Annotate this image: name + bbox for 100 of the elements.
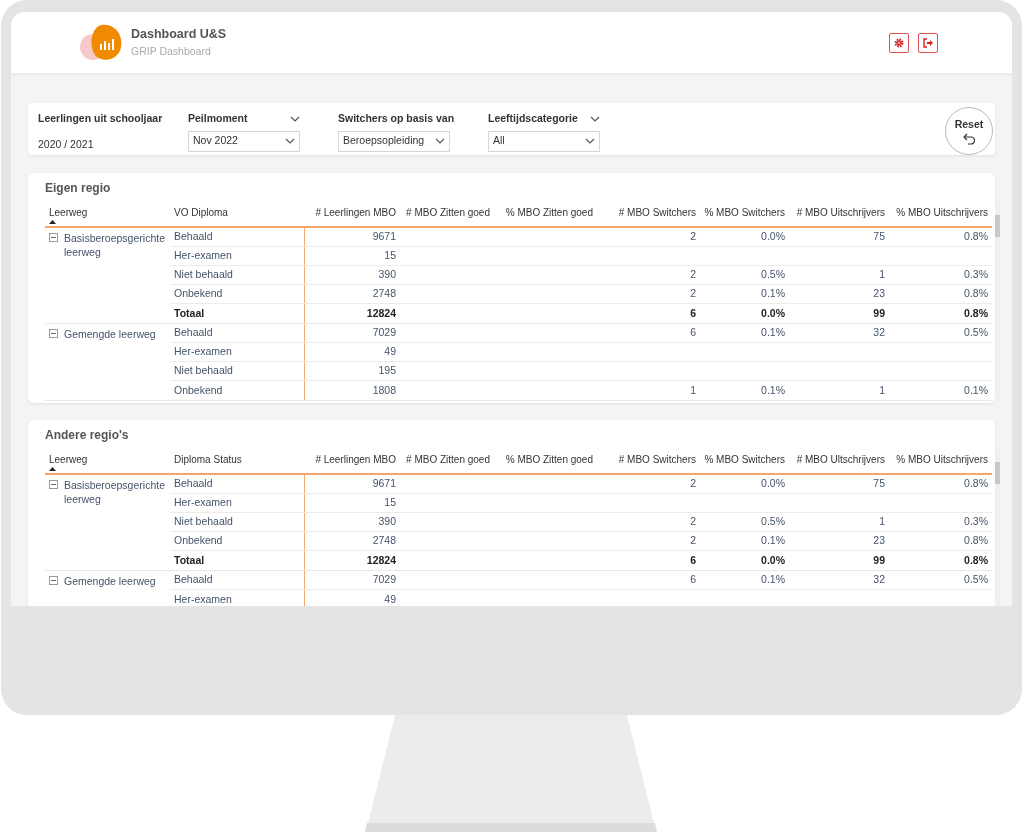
- table-cell-text: 0.1%: [761, 382, 785, 398]
- table-cell: 0.1%: [761, 286, 785, 302]
- column-header[interactable]: % MBO Zitten goed: [505, 205, 593, 220]
- table-cell: 390: [378, 514, 396, 530]
- table-cell: 0.3%: [964, 514, 988, 530]
- table-cell: 6: [690, 325, 696, 341]
- column-header[interactable]: Diploma Status: [174, 452, 242, 467]
- filter-value: 2020 / 2021: [38, 136, 95, 152]
- scrollbar[interactable]: [995, 201, 1000, 401]
- filter-label: Switchers op basis van: [338, 111, 455, 126]
- table-cell: 0.8%: [964, 229, 988, 245]
- table-cell: 7029: [372, 572, 396, 588]
- chevron-icon: [290, 115, 300, 122]
- table-cell-text: 0.8%: [964, 552, 988, 568]
- dropdown-field[interactable]: All: [488, 130, 600, 152]
- table-cell-text: Totaal: [174, 552, 205, 568]
- table-cell: 2748: [372, 533, 396, 549]
- table-cell: Behaald: [174, 229, 213, 245]
- table-cell: 0.8%: [964, 286, 988, 302]
- group-label: Gemengde leerweg: [64, 327, 156, 341]
- column-header[interactable]: # MBO Switchers: [618, 205, 696, 220]
- table-cell: Behaald: [174, 476, 213, 492]
- chevron-icon: [435, 138, 445, 145]
- table-cell: 0.0%: [761, 476, 785, 492]
- table-cell: 195: [378, 363, 396, 379]
- dropdown-field[interactable]: Beroepsopleiding: [338, 130, 450, 152]
- column-header[interactable]: % MBO Zitten goed: [505, 452, 593, 467]
- chevron-icon: [590, 115, 600, 122]
- logout-icon: [922, 37, 934, 48]
- table-cell: 0.3%: [964, 267, 988, 283]
- app-title: Dashboard U&S: [131, 26, 227, 44]
- column-header[interactable]: Leerweg: [49, 452, 88, 467]
- table-cell: 23: [873, 533, 885, 549]
- table-cell-text: 99: [873, 552, 885, 568]
- column-header[interactable]: # Leerlingen MBO: [315, 452, 396, 467]
- chart-logo-icon: [79, 22, 123, 63]
- table-cell-text: Onbekend: [174, 382, 223, 398]
- table-cell: Niet behaald: [174, 267, 233, 283]
- table-cell: 49: [384, 344, 396, 360]
- table-cell: 9671: [372, 229, 396, 245]
- table-cell: 15: [384, 248, 396, 264]
- column-header[interactable]: # MBO Switchers: [618, 452, 696, 467]
- table-cell: Her-examen: [174, 591, 232, 606]
- table-cell-text: 0.8%: [964, 305, 988, 321]
- table-cell: 0.5%: [761, 514, 785, 530]
- table-title: Eigen regio: [45, 180, 112, 197]
- table-cell-text: 99: [873, 305, 885, 321]
- table-cell: 75: [873, 229, 885, 245]
- column-header[interactable]: % MBO Switchers: [704, 452, 785, 467]
- table-cell: Niet behaald: [174, 514, 233, 530]
- scrollbar[interactable]: [995, 448, 1000, 606]
- group-label: Basisberoepsgerichte leerweg: [64, 478, 166, 506]
- table-cell-text: 6: [690, 552, 696, 568]
- table-cell-text: 12824: [366, 305, 396, 321]
- table-cell: 2: [690, 286, 696, 302]
- table-cell: Onbekend: [174, 533, 223, 549]
- table-cell-text: 1808: [372, 382, 396, 398]
- collapse-icon[interactable]: [49, 576, 58, 585]
- group-label: Basisberoepsgerichte leerweg: [64, 231, 166, 259]
- reset-button[interactable]: Reset: [945, 107, 993, 155]
- table-cell: 2: [690, 514, 696, 530]
- column-header[interactable]: # Leerlingen MBO: [315, 205, 396, 220]
- table-cell-text: 12824: [366, 552, 396, 568]
- table-cell-text: 0.0%: [761, 305, 785, 321]
- dropdown-field[interactable]: Nov 2022: [188, 130, 300, 152]
- table-cell: 0.0%: [761, 229, 785, 245]
- column-header[interactable]: % MBO Uitschrijvers: [896, 452, 988, 467]
- table-cell: 6: [690, 572, 696, 588]
- table-cell: 2: [690, 476, 696, 492]
- logout-button[interactable]: [918, 32, 938, 53]
- table-cell: 0.8%: [964, 476, 988, 492]
- table-cell: 23: [873, 286, 885, 302]
- table-cell: 390: [378, 267, 396, 283]
- column-header[interactable]: % MBO Uitschrijvers: [896, 205, 988, 220]
- column-header[interactable]: Leerweg: [49, 205, 88, 220]
- settings-button[interactable]: [889, 32, 909, 53]
- table-cell: 2748: [372, 286, 396, 302]
- table-title: Andere regio's: [45, 427, 130, 444]
- table-cell: Behaald: [174, 325, 213, 341]
- column-header[interactable]: VO Diploma: [174, 205, 228, 220]
- table-cell: Onbekend: [174, 286, 223, 302]
- column-header[interactable]: % MBO Switchers: [704, 205, 785, 220]
- table-cell: 32: [873, 572, 885, 588]
- table-cell: 9671: [372, 476, 396, 492]
- column-header[interactable]: # MBO Zitten goed: [406, 452, 490, 467]
- table-cell-text: 6: [690, 305, 696, 321]
- column-header[interactable]: # MBO Zitten goed: [406, 205, 490, 220]
- collapse-icon[interactable]: [49, 480, 58, 489]
- collapse-icon[interactable]: [49, 233, 58, 242]
- collapse-icon[interactable]: [49, 329, 58, 338]
- table-cell-text: 1: [879, 382, 885, 398]
- table-cell: 0.5%: [964, 572, 988, 588]
- filter-label: Peilmoment: [188, 111, 248, 126]
- table-cell: Her-examen: [174, 344, 232, 360]
- column-header[interactable]: # MBO Ultschrijvers: [796, 452, 885, 467]
- filter-label: Leerlingen uit schooljaar: [38, 111, 164, 126]
- chevron-icon: [585, 138, 595, 145]
- table-cell: 0.1%: [761, 533, 785, 549]
- table-cell: 0.1%: [761, 325, 785, 341]
- column-header[interactable]: # MBO Uitschrijvers: [796, 205, 885, 220]
